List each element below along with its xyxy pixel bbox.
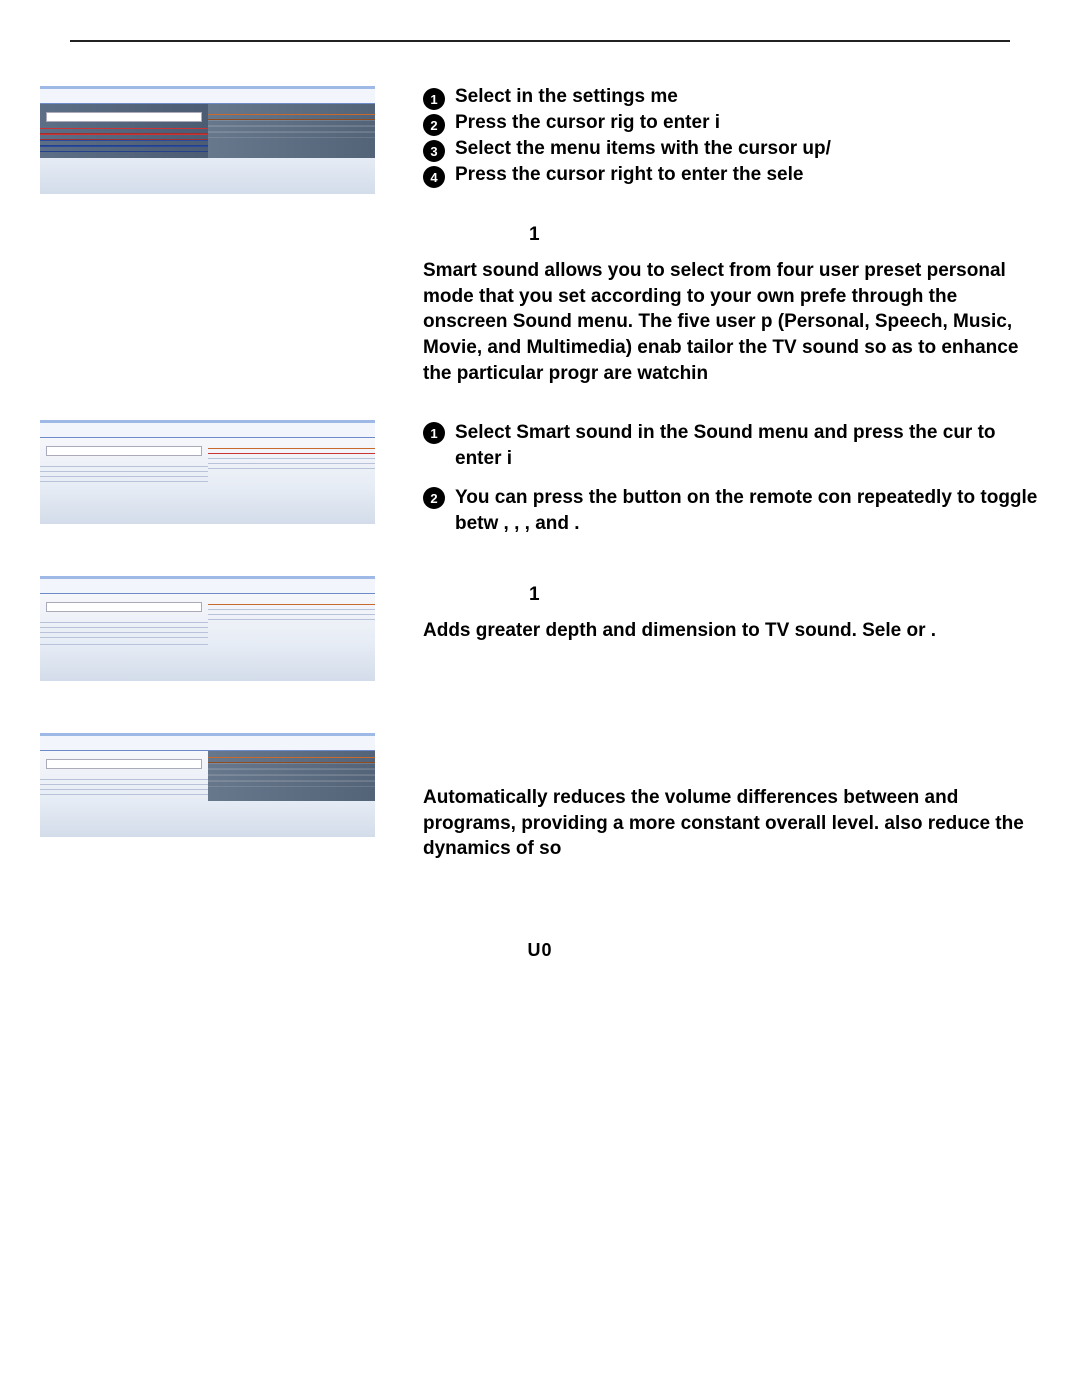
menu-screenshot-1 — [40, 86, 375, 194]
menu3-selection — [46, 602, 202, 612]
menu2-selection — [46, 446, 202, 456]
step-bullet-1: 1 — [423, 88, 445, 110]
menu4-selection — [46, 759, 202, 769]
step-bullet-2: 2 — [423, 114, 445, 136]
instruction-steps: 1Select in the settings me 2Press the cu… — [423, 86, 1040, 188]
step-bullet-3: 3 — [423, 140, 445, 162]
substep-2: 2 You can press the button on the remote… — [423, 485, 1040, 536]
section-1-number: 1 — [529, 224, 1040, 246]
page-footer: U0 — [40, 940, 1040, 961]
substep-1: 1 Select Smart sound in the Sound menu a… — [423, 420, 1040, 471]
menu1-selection — [46, 112, 202, 122]
substep-bullet-2: 2 — [423, 487, 445, 509]
step-bullet-4: 4 — [423, 166, 445, 188]
section-2-number: 1 — [529, 584, 1040, 606]
menu-screenshot-2 — [40, 420, 375, 524]
section-2-paragraph: Adds greater depth and dimension to TV s… — [423, 618, 1040, 644]
menu-screenshot-4 — [40, 733, 375, 837]
section-1-paragraph: Smart sound allows you to select from fo… — [423, 258, 1040, 386]
substep-bullet-1: 1 — [423, 422, 445, 444]
top-rule — [70, 40, 1010, 42]
menu-screenshot-3 — [40, 576, 375, 681]
section-3-paragraph: Automatically reduces the volume differe… — [423, 785, 1040, 862]
